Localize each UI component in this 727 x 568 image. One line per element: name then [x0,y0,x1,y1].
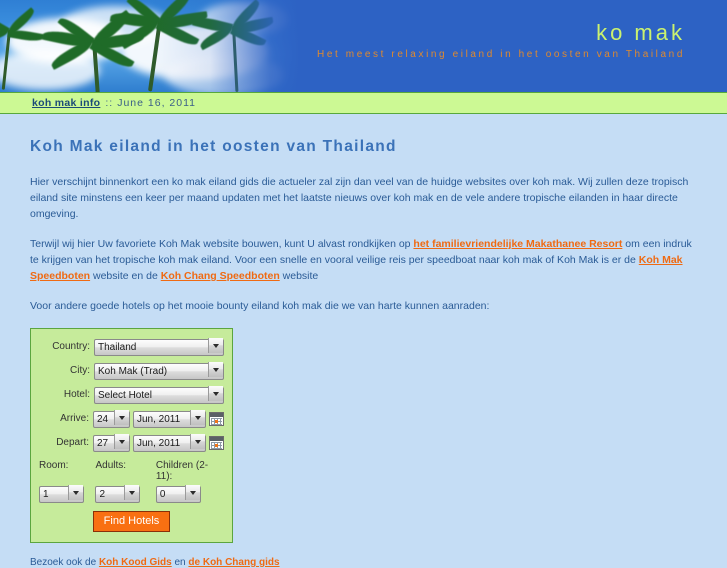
banner-title-group: ko mak Het meest relaxing eiland in het … [255,22,685,60]
infobar-date: June 16, 2011 [117,97,196,109]
arrive-day-select-wrapper[interactable]: 2425262728 [93,409,130,428]
children-label: Children (2-11): [155,460,209,482]
paragraph2-text-3: website en de [90,270,161,282]
hotel-select-wrapper[interactable]: Select Hotel [94,385,224,404]
country-label: Country: [52,341,90,352]
koh-chang-speedboten-link[interactable]: Koh Chang Speedboten [161,270,280,282]
arrive-label: Arrive: [60,413,89,424]
room-label: Room: [39,460,69,471]
depart-day-select[interactable]: 2425262728 [93,435,130,452]
koh-kood-gids-link[interactable]: Koh Kood Gids [99,557,172,568]
paragraph2-text-4: website [279,270,319,282]
arrive-calendar-icon[interactable] [209,411,224,426]
room-select[interactable]: 1234 [39,486,84,503]
depart-day-select-wrapper[interactable]: 2425262728 [93,433,130,452]
arrive-day-select[interactable]: 2425262728 [93,411,130,428]
footer-prefix: Bezoek ook de [30,557,99,568]
intro-paragraph: Hier verschijnt binnenkort een ko mak ei… [30,176,689,220]
site-title: ko mak [596,20,685,45]
city-select[interactable]: Koh Mak (Trad) [94,363,224,380]
depart-month-select[interactable]: Jun, 2011Jul, 2011Aug, 2011 [133,435,206,452]
arrive-row: Arrive: 2425262728 Jun, 2011Jul, 2011Aug… [39,409,224,428]
adults-label: Adults: [95,460,127,471]
footer-middle: en [171,557,189,568]
koh-mak-info-link[interactable]: koh mak info [32,97,100,109]
children-select-wrapper[interactable]: 0123 [155,484,201,503]
occupancy-controls-row: 1234 1234 0123 [39,484,224,503]
arrive-month-select-wrapper[interactable]: Jun, 2011Jul, 2011Aug, 2011 [133,409,206,428]
hotel-row: Hotel: Select Hotel [39,385,224,404]
hotel-search-form: Country: Thailand City: Koh Mak (Trad) H… [30,328,233,543]
hotel-label: Hotel: [63,389,90,400]
country-select-wrapper[interactable]: Thailand [94,337,224,356]
infobar-separator: :: [105,97,114,109]
koh-chang-gids-link[interactable]: de Koh Chang gids [188,557,279,568]
site-tagline: Het meest relaxing eiland in het oosten … [317,49,685,60]
children-cell: 0123 [155,484,224,503]
paragraph2-text-1: Terwijl wij hier Uw favoriete Koh Mak we… [30,238,414,250]
links-paragraph: Terwijl wij hier Uw favoriete Koh Mak we… [30,236,703,284]
country-row: Country: Thailand [39,337,224,356]
adults-select-wrapper[interactable]: 1234 [95,484,141,503]
adults-cell: 1234 [95,484,155,503]
site-banner: ko mak Het meest relaxing eiland in het … [0,0,727,92]
find-hotels-button-wrapper: Find Hotels [39,511,224,532]
arrive-month-select[interactable]: Jun, 2011Jul, 2011Aug, 2011 [133,411,206,428]
room-select-wrapper[interactable]: 1234 [39,484,84,503]
children-select[interactable]: 0123 [155,486,201,503]
depart-month-select-wrapper[interactable]: Jun, 2011Jul, 2011Aug, 2011 [133,433,206,452]
footer-links: Bezoek ook de Koh Kood Gids en de Koh Ch… [30,557,703,568]
makathanee-resort-link[interactable]: het familievriendelijke Makathanee Resor… [413,238,622,250]
info-bar: koh mak info :: June 16, 2011 [0,92,727,114]
find-hotels-button[interactable]: Find Hotels [92,511,171,532]
city-row: City: Koh Mak (Trad) [39,361,224,380]
depart-label: Depart: [56,437,89,448]
country-select[interactable]: Thailand [94,339,224,356]
city-label: City: [70,365,90,376]
page-title: Koh Mak eiland in het oosten van Thailan… [30,138,397,155]
hotels-intro-paragraph: Voor andere goede hotels op het mooie bo… [30,300,490,312]
city-select-wrapper[interactable]: Koh Mak (Trad) [94,361,224,380]
occupancy-labels-row: Room: Adults: Children (2-11): [39,460,224,482]
room-cell: 1234 [39,484,95,503]
depart-calendar-icon[interactable] [209,435,224,450]
hotel-select[interactable]: Select Hotel [94,387,224,404]
adults-select[interactable]: 1234 [95,486,141,503]
main-content: Koh Mak eiland in het oosten van Thailan… [0,114,727,568]
depart-row: Depart: 2425262728 Jun, 2011Jul, 2011Aug… [39,433,224,452]
